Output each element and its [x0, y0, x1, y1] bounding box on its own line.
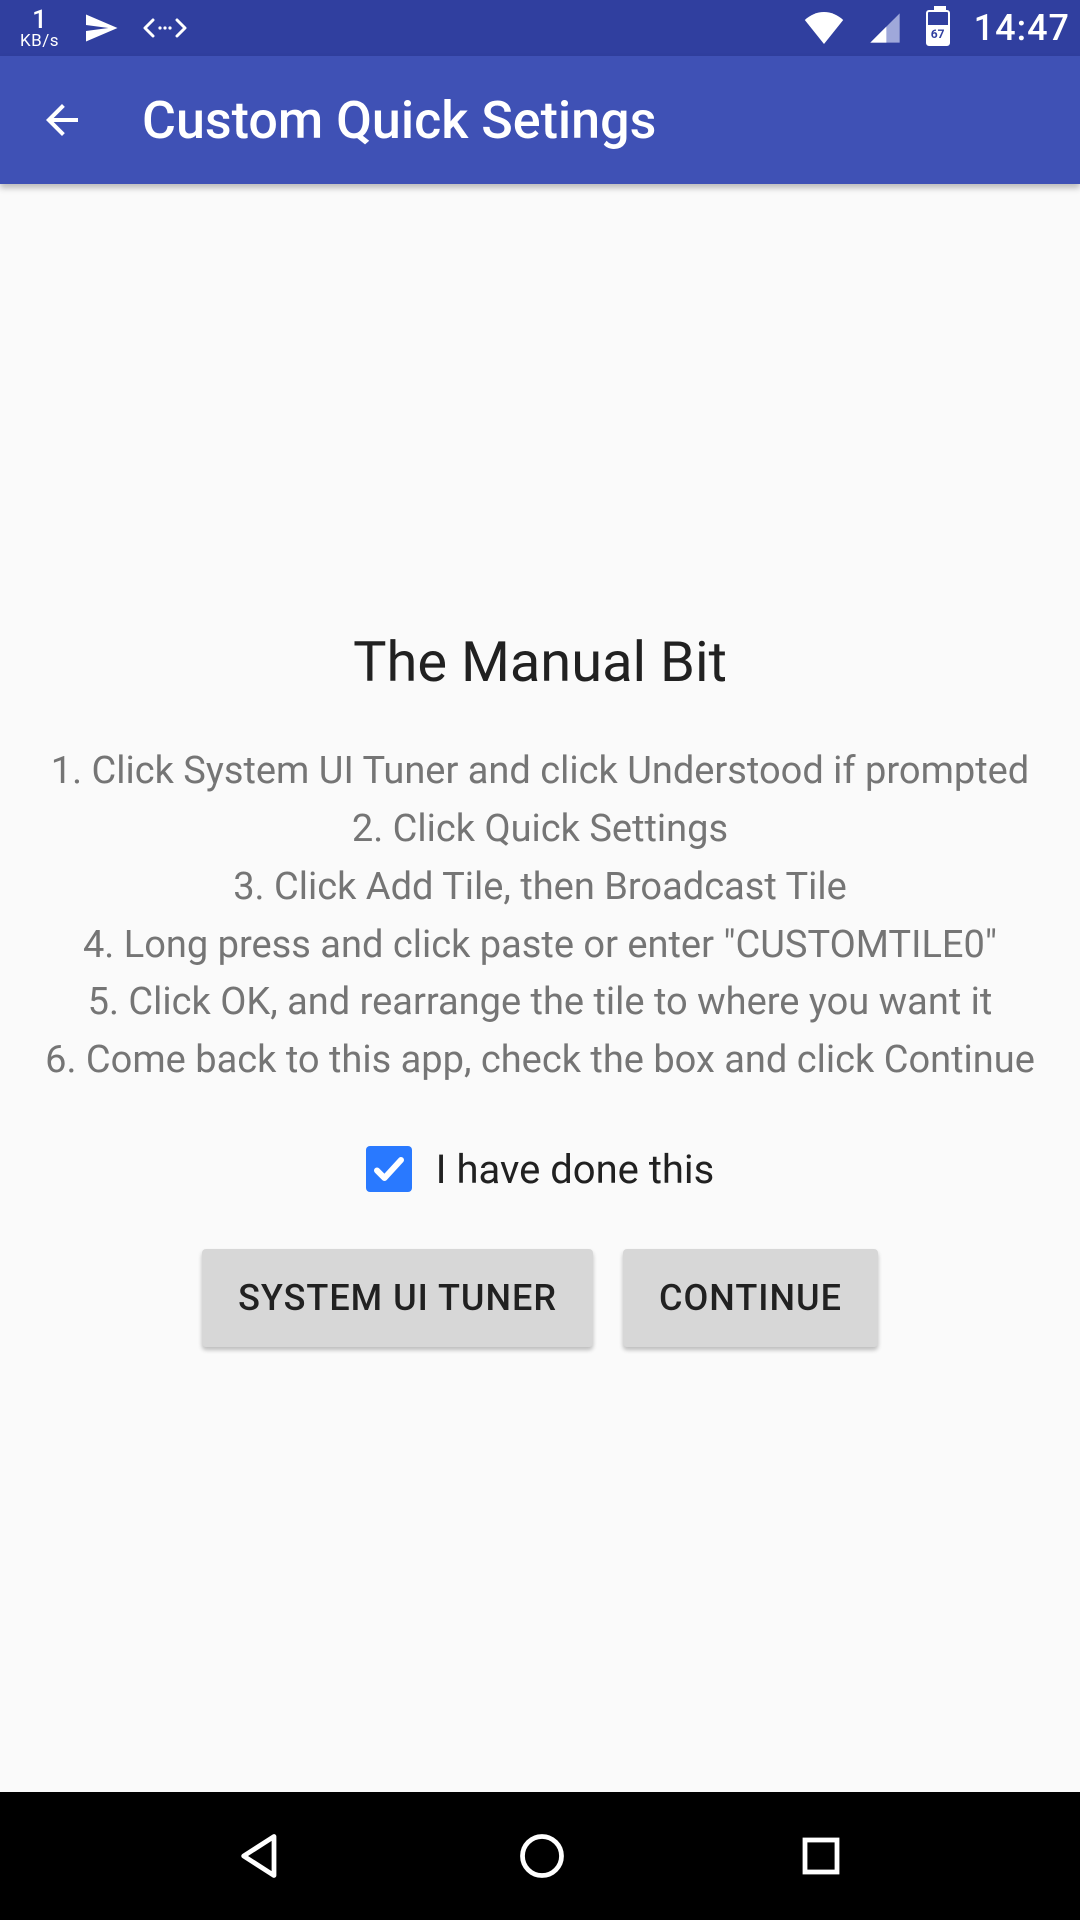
back-arrow-icon[interactable]: [38, 96, 86, 144]
battery-icon: 67: [926, 10, 950, 46]
app-title: Custom Quick Setings: [142, 90, 656, 151]
clock: 14:47: [974, 7, 1070, 49]
confirm-checkbox-row[interactable]: I have done this: [366, 1146, 715, 1193]
kbps-value: 1: [32, 7, 47, 33]
continue-button[interactable]: CONTINUE: [623, 1249, 878, 1347]
status-bar-right: 67 14:47: [804, 7, 1070, 49]
status-bar: 1 KB/s 67 14:47: [0, 0, 1080, 56]
nav-recent-icon[interactable]: [797, 1832, 845, 1880]
nav-home-icon[interactable]: [516, 1830, 568, 1882]
wifi-icon: [804, 12, 844, 44]
nav-back-icon[interactable]: [235, 1830, 287, 1882]
system-ui-tuner-button[interactable]: SYSTEM UI TUNER: [202, 1249, 593, 1347]
cellular-signal-icon: [868, 12, 902, 44]
main-content: The Manual Bit 1. Click System UI Tuner …: [0, 184, 1080, 1792]
network-speed-indicator: 1 KB/s: [20, 7, 59, 50]
confirm-checkbox[interactable]: [366, 1146, 412, 1192]
check-icon: [371, 1151, 407, 1187]
navigation-bar: [0, 1792, 1080, 1920]
kbps-unit: KB/s: [20, 33, 59, 50]
app-bar: Custom Quick Setings: [0, 56, 1080, 184]
action-button-row: SYSTEM UI TUNER CONTINUE: [202, 1249, 878, 1347]
section-heading: The Manual Bit: [353, 629, 727, 695]
code-sync-icon: [143, 16, 187, 40]
battery-level: 67: [928, 25, 948, 44]
send-icon: [83, 10, 119, 46]
status-bar-left: 1 KB/s: [20, 7, 187, 50]
instructions-text: 1. Click System UI Tuner and click Under…: [45, 743, 1035, 1090]
confirm-checkbox-label: I have done this: [436, 1146, 715, 1193]
